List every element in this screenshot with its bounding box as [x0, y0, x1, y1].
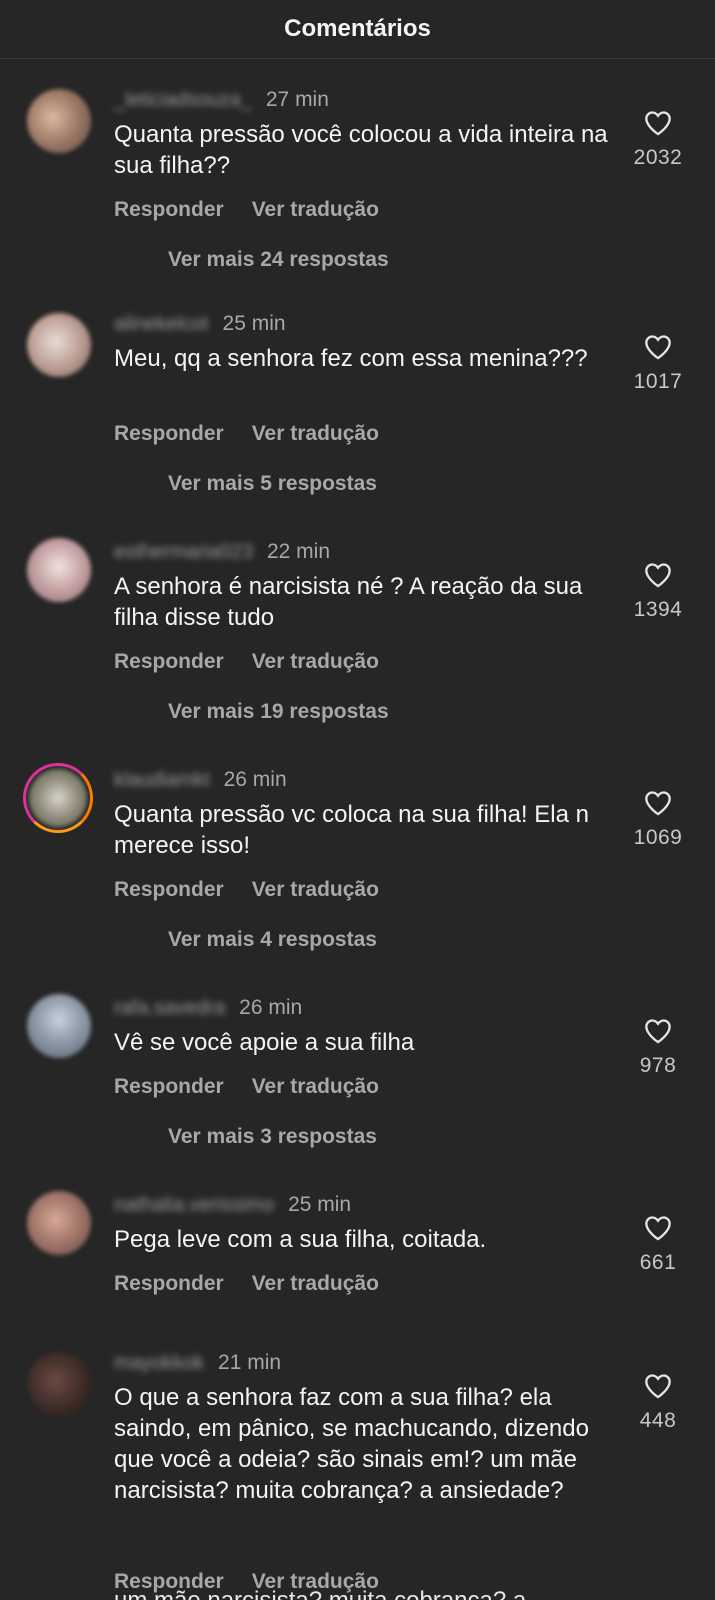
avatar[interactable] — [27, 538, 91, 602]
heart-outline-icon — [645, 1374, 671, 1399]
like-count: 1394 — [633, 598, 683, 621]
view-more-replies-button[interactable]: Ver mais 4 respostas — [168, 928, 377, 952]
page-title: Comentários — [284, 15, 431, 42]
comment-text: Meu, qq a senhora fez com essa menina??? — [114, 345, 588, 372]
reply-button[interactable]: Responder — [114, 650, 224, 674]
comment-username[interactable]: klaudiamkt — [114, 769, 210, 792]
see-translation-button[interactable]: Ver tradução — [252, 198, 379, 222]
reply-button[interactable]: Responder — [114, 422, 224, 446]
reply-button[interactable]: Responder — [114, 198, 224, 222]
heart-outline-icon — [645, 111, 671, 136]
like-count: 1017 — [633, 370, 683, 393]
heart-outline-icon — [645, 1019, 671, 1044]
see-translation-button[interactable]: Ver tradução — [252, 422, 379, 446]
avatar[interactable] — [27, 1352, 91, 1416]
view-more-replies-button[interactable]: Ver mais 3 respostas — [168, 1125, 377, 1149]
avatar[interactable] — [27, 994, 91, 1058]
comment-text: O que a senhora faz com a sua filha? ela… — [114, 1384, 589, 1504]
heart-outline-icon — [645, 563, 671, 588]
comment-time: 25 min — [222, 312, 286, 335]
partial-comment-text: um mãe narcisista? muita cobrança? a — [114, 1585, 526, 1600]
comment-time: 22 min — [266, 540, 330, 563]
comment-time: 26 min — [223, 768, 287, 791]
comment-text: Quanta pressão você colocou a vida intei… — [114, 121, 608, 179]
like-count: 661 — [639, 1251, 677, 1274]
avatar[interactable] — [23, 763, 93, 833]
see-translation-button[interactable]: Ver tradução — [252, 650, 379, 674]
comment-text: Pega leve com a sua filha, coitada. — [114, 1226, 487, 1253]
view-more-replies-button[interactable]: Ver mais 24 respostas — [168, 248, 389, 272]
avatar[interactable] — [27, 89, 91, 153]
view-more-replies-button[interactable]: Ver mais 19 respostas — [168, 700, 389, 724]
heart-outline-icon — [645, 791, 671, 816]
reply-button[interactable]: Responder — [114, 878, 224, 902]
comment-username[interactable]: esthermaria023 — [114, 541, 253, 564]
like-count: 978 — [639, 1054, 677, 1077]
like-button[interactable]: 1017 — [623, 334, 693, 394]
comment-time: 21 min — [218, 1351, 282, 1374]
comment-username[interactable]: rafa.savedra — [114, 997, 225, 1020]
like-count: 2032 — [633, 146, 683, 169]
see-translation-button[interactable]: Ver tradução — [252, 1075, 379, 1099]
comment-username[interactable]: nathalia.verissimo — [114, 1194, 274, 1217]
see-translation-button[interactable]: Ver tradução — [252, 878, 379, 902]
like-button[interactable]: 661 — [623, 1215, 693, 1275]
comment-time: 25 min — [288, 1193, 352, 1216]
like-button[interactable]: 1069 — [623, 790, 693, 850]
avatar[interactable] — [27, 313, 91, 377]
comment-text: Quanta pressão vc coloca na sua filha! E… — [114, 801, 589, 859]
comment-text: Vê se você apoie a sua filha — [114, 1029, 415, 1056]
like-button[interactable]: 2032 — [623, 110, 693, 170]
comment-username[interactable]: _leticiadsouza_ — [114, 89, 252, 112]
reply-button[interactable]: Responder — [114, 1272, 224, 1296]
comment-username[interactable]: alinekelcot — [114, 313, 209, 336]
like-button[interactable]: 1394 — [623, 562, 693, 622]
comments-header: Comentários — [0, 0, 715, 59]
comment-time: 27 min — [265, 88, 329, 111]
comment-time: 26 min — [239, 996, 303, 1019]
like-count: 448 — [639, 1409, 677, 1432]
heart-outline-icon — [645, 1216, 671, 1241]
see-translation-button[interactable]: Ver tradução — [252, 1272, 379, 1296]
reply-button[interactable]: Responder — [114, 1075, 224, 1099]
avatar[interactable] — [27, 1191, 91, 1255]
view-more-replies-button[interactable]: Ver mais 5 respostas — [168, 472, 377, 496]
heart-outline-icon — [645, 335, 671, 360]
like-count: 1069 — [633, 826, 683, 849]
like-button[interactable]: 448 — [623, 1373, 693, 1433]
comment-username[interactable]: mayokkok — [114, 1352, 204, 1375]
comment-text: A senhora é narcisista né ? A reação da … — [114, 573, 583, 631]
like-button[interactable]: 978 — [623, 1018, 693, 1078]
